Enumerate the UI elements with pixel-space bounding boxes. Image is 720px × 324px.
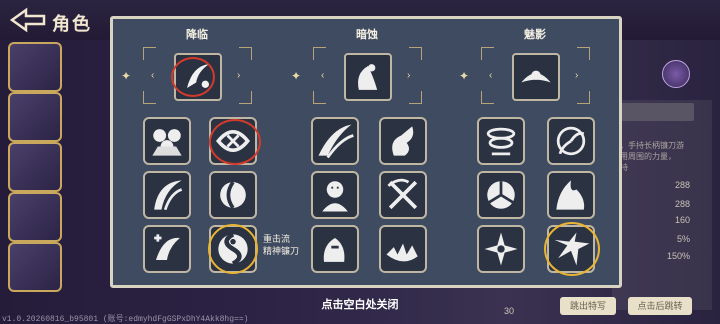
character-list[interactable] (6, 42, 62, 322)
stat-value: 150% (666, 251, 690, 261)
selected-highlight-circle (208, 224, 258, 274)
column-title: 降临 (186, 29, 208, 41)
sparkle-icon: ✦ (121, 69, 132, 83)
element-orb-icon (662, 60, 690, 88)
frame-corner (239, 91, 252, 104)
frame-corner (143, 91, 156, 104)
frame-corner (313, 91, 326, 104)
sparkle-icon: ✦ (291, 69, 302, 83)
chevron-left-icon: ‹ (151, 70, 155, 81)
close-hint[interactable]: 点击空白处关闭 (0, 296, 720, 312)
description-line: ，手持长柄镰刀游 (620, 141, 684, 150)
frame-corner (239, 47, 252, 60)
stat-value: 288 (674, 199, 690, 209)
chevron-left-icon: ‹ (321, 70, 325, 81)
column-title: 魅影 (524, 29, 546, 41)
skill-column-erosion: 暗蚀 ✦ ‹ › (283, 19, 451, 285)
skill-icon[interactable] (477, 171, 525, 219)
skill-column-descend: 降临 ✦ ‹ › 重击流 精神镰刀 (113, 19, 299, 285)
frame-corner (481, 47, 494, 60)
page-title: 角色 (52, 14, 92, 34)
version-label: v1.0.20260816_b95801 (账号:edmyhdFgGSPxDhY… (2, 315, 249, 324)
frame-corner (577, 47, 590, 60)
skill-icon[interactable] (143, 117, 191, 165)
stat-value: 160 (674, 215, 690, 225)
skill-icon[interactable] (477, 225, 525, 273)
sparkle-icon: ✦ (459, 69, 470, 83)
skill-icon[interactable] (379, 171, 427, 219)
frame-corner (313, 47, 326, 60)
skill-icon[interactable] (547, 117, 595, 165)
skill-icon[interactable] (143, 171, 191, 219)
avatar[interactable] (8, 92, 62, 142)
chevron-left-icon: ‹ (489, 70, 493, 81)
highlight-circle (209, 119, 261, 165)
skill-icon[interactable] (311, 171, 359, 219)
skill-dialog: 降临 ✦ ‹ › 重击流 精神镰刀 暗蚀 ✦ ‹ › 魅影 ✦ ‹ › (110, 16, 622, 288)
skill-column-phantom: 魅影 ✦ ‹ › (451, 19, 619, 285)
skill-icon[interactable] (209, 171, 257, 219)
frame-corner (577, 91, 590, 104)
chevron-right-icon: › (237, 70, 241, 81)
skill-icon[interactable] (143, 225, 191, 273)
avatar[interactable] (8, 242, 62, 292)
skill-icon[interactable] (379, 117, 427, 165)
stat-value: 5% (676, 234, 690, 244)
skill-icon[interactable] (547, 171, 595, 219)
frame-corner (409, 91, 422, 104)
back-arrow-icon[interactable] (8, 6, 48, 34)
description-line: 用周围的力量， (620, 152, 676, 161)
avatar[interactable] (8, 42, 62, 92)
skill-icon[interactable] (311, 225, 359, 273)
chevron-right-icon: › (575, 70, 579, 81)
info-header-bar (612, 103, 694, 121)
main-skill-erosion[interactable] (344, 53, 392, 101)
chevron-right-icon: › (407, 70, 411, 81)
selected-highlight-circle (544, 222, 600, 276)
column-title: 暗蚀 (356, 29, 378, 41)
stat-value: 288 (674, 180, 690, 190)
frame-corner (481, 91, 494, 104)
highlight-circle (171, 57, 215, 97)
frame-corner (143, 47, 156, 60)
avatar[interactable] (8, 142, 62, 192)
main-skill-phantom[interactable] (512, 53, 560, 101)
frame-corner (409, 47, 422, 60)
avatar[interactable] (8, 192, 62, 242)
skill-icon[interactable] (477, 117, 525, 165)
character-info-panel (612, 100, 712, 310)
skill-icon[interactable] (311, 117, 359, 165)
skill-icon[interactable] (379, 225, 427, 273)
